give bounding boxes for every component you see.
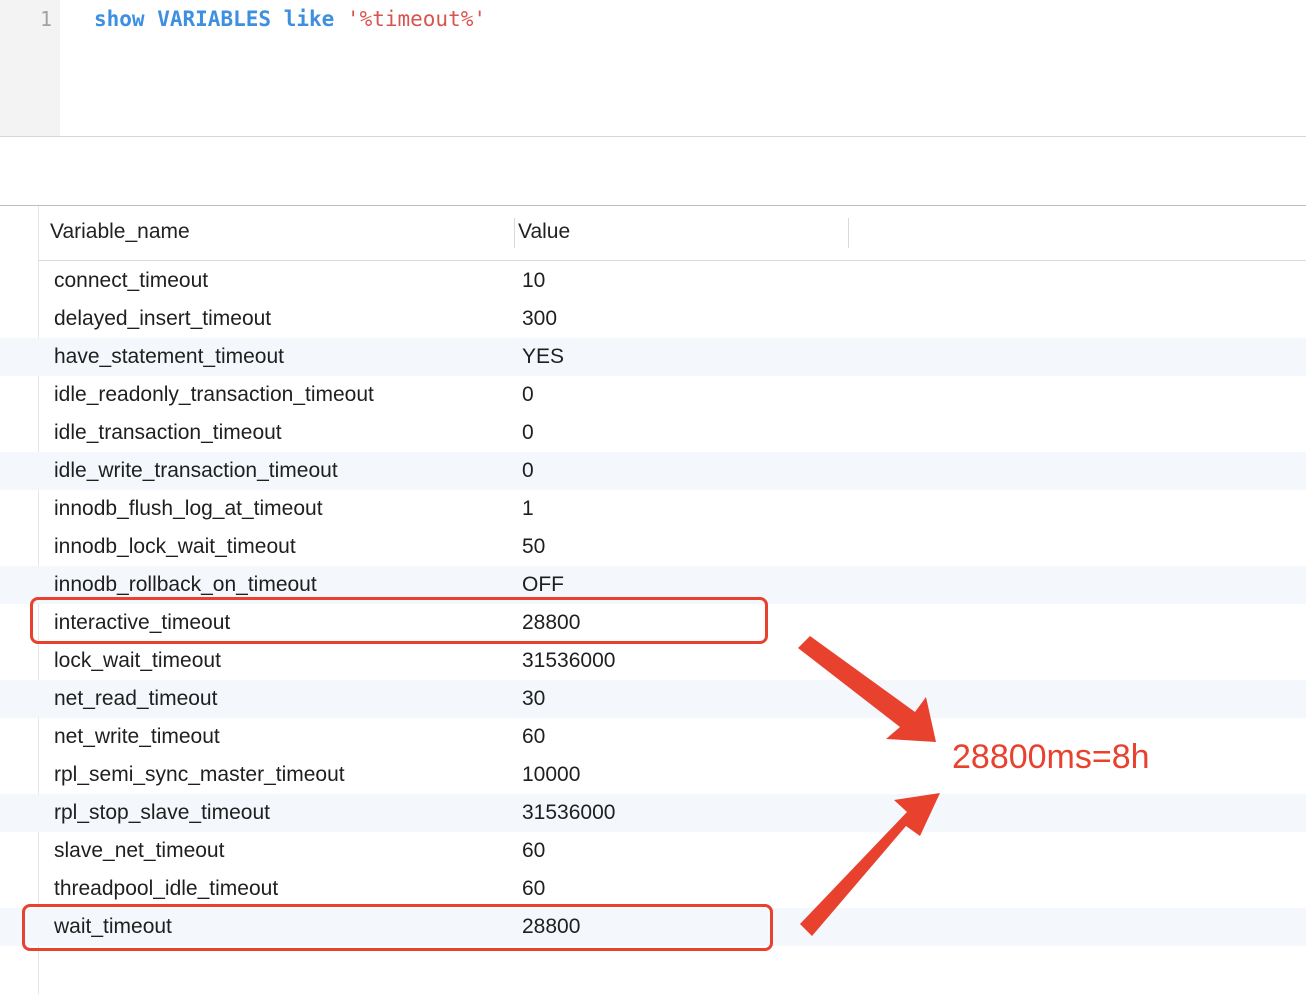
table-row[interactable]: have_statement_timeout YES (0, 338, 1306, 376)
column-divider[interactable] (848, 218, 849, 248)
cell-variable-name[interactable]: connect_timeout (54, 262, 208, 300)
cell-variable-name[interactable]: lock_wait_timeout (54, 642, 221, 680)
cell-variable-name[interactable]: rpl_stop_slave_timeout (54, 794, 270, 832)
cell-value[interactable]: 10000 (522, 756, 580, 794)
string-pattern: '%timeout%' (346, 7, 486, 31)
keyword-variables: VARIABLES (157, 7, 272, 31)
table-row[interactable]: rpl_stop_slave_timeout 31536000 (0, 794, 1306, 832)
cell-value[interactable]: 0 (522, 414, 534, 452)
cell-variable-name[interactable]: threadpool_idle_timeout (54, 870, 278, 908)
table-row[interactable]: delayed_insert_timeout 300 (0, 300, 1306, 338)
cell-value[interactable]: 60 (522, 718, 545, 756)
cell-value[interactable]: 60 (522, 832, 545, 870)
cell-value[interactable]: 0 (522, 452, 534, 490)
cell-variable-name[interactable]: idle_transaction_timeout (54, 414, 282, 452)
cell-value[interactable]: 31536000 (522, 642, 615, 680)
cell-value[interactable]: 300 (522, 300, 557, 338)
table-row[interactable]: innodb_flush_log_at_timeout 1 (0, 490, 1306, 528)
column-divider[interactable] (514, 218, 515, 248)
keyword-show: show (94, 7, 145, 31)
app-window: 1 show VARIABLES like '%timeout%' Variab… (0, 0, 1306, 994)
cell-value[interactable]: 31536000 (522, 794, 615, 832)
column-header-variable-name[interactable]: Variable_name (50, 218, 190, 246)
cell-variable-name[interactable]: idle_write_transaction_timeout (54, 452, 338, 490)
cell-variable-name[interactable]: innodb_flush_log_at_timeout (54, 490, 323, 528)
cell-value[interactable]: 0 (522, 376, 534, 414)
cell-variable-name[interactable]: innodb_lock_wait_timeout (54, 528, 296, 566)
table-row[interactable]: lock_wait_timeout 31536000 (0, 642, 1306, 680)
table-row[interactable]: idle_readonly_transaction_timeout 0 (0, 376, 1306, 414)
table-row[interactable]: net_read_timeout 30 (0, 680, 1306, 718)
table-row[interactable]: connect_timeout 10 (0, 262, 1306, 300)
cell-variable-name[interactable]: net_write_timeout (54, 718, 220, 756)
cell-value[interactable]: 50 (522, 528, 545, 566)
table-row[interactable]: idle_transaction_timeout 0 (0, 414, 1306, 452)
cell-value[interactable]: 1 (522, 490, 534, 528)
sql-editor[interactable]: 1 show VARIABLES like '%timeout%' (0, 0, 1306, 137)
cell-value[interactable]: 60 (522, 870, 545, 908)
grid-header: Variable_name Value (38, 206, 1306, 261)
table-row[interactable]: innodb_lock_wait_timeout 50 (0, 528, 1306, 566)
table-row[interactable]: threadpool_idle_timeout 60 (0, 870, 1306, 908)
cell-variable-name[interactable]: idle_readonly_transaction_timeout (54, 376, 374, 414)
line-number: 1 (39, 7, 52, 31)
cell-variable-name[interactable]: net_read_timeout (54, 680, 217, 718)
keyword-like: like (283, 7, 335, 31)
code-line[interactable]: show VARIABLES like '%timeout%' (94, 7, 486, 31)
cell-value[interactable]: 10 (522, 262, 545, 300)
cell-value[interactable]: YES (522, 338, 564, 376)
table-row[interactable]: slave_net_timeout 60 (0, 832, 1306, 870)
highlight-interactive-timeout (30, 597, 768, 644)
annotation-note: 28800ms=8h (952, 738, 1150, 776)
table-row[interactable]: idle_write_transaction_timeout 0 (0, 452, 1306, 490)
cell-variable-name[interactable]: rpl_semi_sync_master_timeout (54, 756, 345, 794)
editor-gutter: 1 (0, 0, 60, 136)
cell-value[interactable]: 30 (522, 680, 545, 718)
highlight-wait-timeout (22, 904, 773, 951)
column-header-value[interactable]: Value (518, 218, 570, 246)
cell-variable-name[interactable]: slave_net_timeout (54, 832, 224, 870)
cell-variable-name[interactable]: have_statement_timeout (54, 338, 284, 376)
cell-variable-name[interactable]: delayed_insert_timeout (54, 300, 271, 338)
